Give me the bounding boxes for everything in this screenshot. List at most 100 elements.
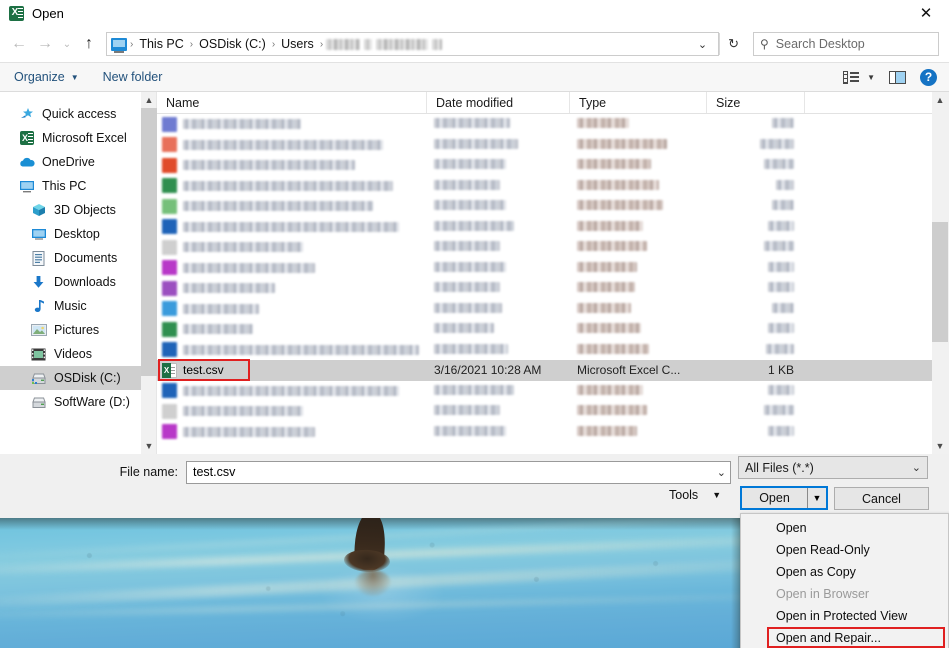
- list-view-icon[interactable]: [843, 70, 860, 84]
- breadcrumb-item-redacted[interactable]: [326, 38, 361, 50]
- menu-item-label: Open in Browser: [776, 587, 870, 601]
- new-folder-label: New folder: [102, 70, 163, 84]
- new-folder-button[interactable]: New folder: [103, 70, 163, 84]
- scroll-down-icon[interactable]: ▼: [932, 438, 948, 454]
- table-row-selected[interactable]: test.csv 3/16/2021 10:28 AM Microsoft Exce…: [157, 360, 932, 381]
- scroll-up-icon[interactable]: ▲: [932, 92, 948, 108]
- redacted-type: [577, 138, 667, 149]
- sidebar-item-downloads[interactable]: Downloads: [0, 270, 141, 294]
- address-dropdown-icon[interactable]: ⌄: [691, 38, 714, 51]
- sidebar-item-osdisk[interactable]: OSDisk (C:): [0, 366, 141, 390]
- chevron-down-icon[interactable]: ▼: [867, 73, 875, 82]
- table-row[interactable]: [157, 176, 932, 197]
- table-row[interactable]: [157, 258, 932, 279]
- cell-size: [707, 220, 805, 234]
- cell-type: [570, 117, 707, 131]
- table-row[interactable]: [157, 381, 932, 402]
- tools-button[interactable]: Tools ▼: [669, 488, 721, 502]
- table-row[interactable]: [157, 319, 932, 340]
- sidebar-item-pictures[interactable]: Pictures: [0, 318, 141, 342]
- redacted-file-name: [183, 160, 355, 171]
- table-row[interactable]: [157, 114, 932, 135]
- cube-icon: [30, 203, 47, 217]
- redacted-type: [577, 261, 637, 272]
- open-button-label[interactable]: Open: [742, 491, 807, 505]
- open-split-button[interactable]: Open ▼: [740, 486, 828, 510]
- back-button[interactable]: ←: [6, 31, 32, 57]
- command-bar: Organize ▼ New folder ▼ ?: [0, 62, 949, 92]
- cell-type: [570, 404, 707, 418]
- sidebar-item-music[interactable]: Music: [0, 294, 141, 318]
- file-list-scrollbar[interactable]: ▲ ▼: [932, 92, 949, 454]
- scroll-up-icon[interactable]: ▲: [141, 92, 157, 108]
- cell-date-modified: [427, 302, 570, 316]
- preview-pane-icon[interactable]: [889, 70, 906, 84]
- open-dropdown-arrow-icon[interactable]: ▼: [807, 488, 826, 508]
- redacted-size: [768, 384, 794, 395]
- menu-item-open-as-copy[interactable]: Open as Copy: [741, 561, 948, 583]
- sidebar-item-this-pc[interactable]: This PC: [0, 174, 141, 198]
- scroll-down-icon[interactable]: ▼: [141, 438, 157, 454]
- close-icon[interactable]: ✕: [903, 0, 949, 26]
- file-type-icon: [162, 116, 177, 132]
- breadcrumb-item-this-pc[interactable]: This PC: [134, 37, 188, 51]
- sidebar-item-documents[interactable]: Documents: [0, 246, 141, 270]
- cell-date-modified: [427, 117, 570, 131]
- column-header-size[interactable]: Size: [707, 92, 805, 113]
- organize-button[interactable]: Organize ▼: [14, 70, 79, 84]
- up-button[interactable]: ↑: [76, 31, 102, 57]
- menu-item-open-read-only[interactable]: Open Read-Only: [741, 539, 948, 561]
- table-row[interactable]: [157, 196, 932, 217]
- file-type-icon: [162, 403, 177, 419]
- sidebar-item-desktop[interactable]: Desktop: [0, 222, 141, 246]
- file-name-input[interactable]: test.csv ⌄: [186, 460, 731, 484]
- file-list-scrollbar-thumb[interactable]: [932, 222, 948, 342]
- table-row[interactable]: [157, 135, 932, 156]
- table-row[interactable]: [157, 155, 932, 176]
- table-row[interactable]: [157, 340, 932, 361]
- table-row[interactable]: [157, 299, 932, 320]
- column-header-date-modified[interactable]: Date modified: [427, 92, 570, 113]
- breadcrumb-item-redacted[interactable]: [376, 38, 429, 50]
- column-header-type[interactable]: Type: [570, 92, 707, 113]
- chevron-down-icon[interactable]: ⌄: [711, 466, 726, 479]
- sidebar-scrollbar-thumb[interactable]: [141, 108, 157, 376]
- sidebar-scrollbar[interactable]: ▲ ▼: [141, 92, 157, 454]
- menu-item-open-and-repair[interactable]: Open and Repair...: [741, 627, 948, 648]
- refresh-icon[interactable]: ↻: [720, 36, 747, 52]
- cell-size: 1 KB: [767, 363, 794, 378]
- column-header-name[interactable]: Name: [157, 92, 427, 113]
- sidebar-item-quick-access[interactable]: Quick access: [0, 102, 141, 126]
- breadcrumb-item-osdisk[interactable]: OSDisk (C:): [194, 37, 271, 51]
- sidebar-item-microsoft-excel[interactable]: X Microsoft Excel: [0, 126, 141, 150]
- cell-name: [157, 342, 427, 358]
- table-row[interactable]: [157, 422, 932, 443]
- table-row[interactable]: [157, 237, 932, 258]
- menu-item-open[interactable]: Open: [741, 517, 948, 539]
- table-row[interactable]: [157, 217, 932, 238]
- forward-button[interactable]: →: [32, 31, 58, 57]
- address-bar[interactable]: › This PC › OSDisk (C:) › Users › ⌄: [106, 32, 720, 56]
- sidebar-item-onedrive[interactable]: OneDrive: [0, 150, 141, 174]
- redacted-date: [434, 302, 502, 313]
- redacted-file-name: [183, 221, 399, 232]
- breadcrumb-item-redacted[interactable]: [432, 38, 443, 50]
- file-type-filter-select[interactable]: All Files (*.*) ⌄: [738, 456, 928, 479]
- sidebar-item-videos[interactable]: Videos: [0, 342, 141, 366]
- menu-item-open-in-protected-view[interactable]: Open in Protected View: [741, 605, 948, 627]
- sidebar-item-software-d[interactable]: SoftWare (D:): [0, 390, 141, 414]
- redacted-date: [434, 425, 506, 436]
- redacted-date: [434, 179, 500, 190]
- help-icon[interactable]: ?: [920, 68, 937, 86]
- recent-locations-button[interactable]: ⌄: [58, 31, 76, 57]
- search-input[interactable]: ⚲ Search Desktop: [753, 32, 939, 56]
- breadcrumb-item-redacted[interactable]: [364, 38, 373, 50]
- table-row[interactable]: [157, 401, 932, 422]
- sidebar-item-3d-objects[interactable]: 3D Objects: [0, 198, 141, 222]
- cancel-button[interactable]: Cancel: [834, 487, 929, 510]
- redacted-size: [766, 343, 794, 354]
- table-row[interactable]: [157, 278, 932, 299]
- breadcrumb-item-users[interactable]: Users: [276, 37, 319, 51]
- excel-icon: X: [9, 5, 24, 21]
- tools-label: Tools: [669, 488, 699, 502]
